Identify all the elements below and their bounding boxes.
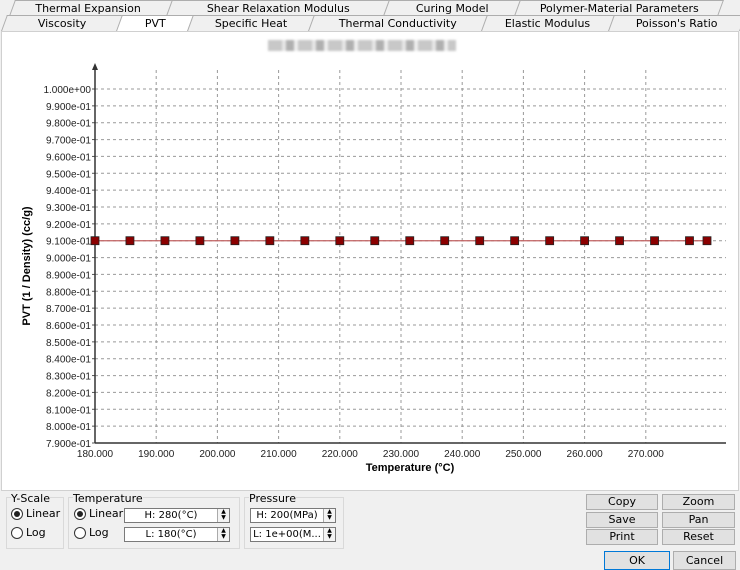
spinner-icon[interactable]: ▲ ▼ [323, 528, 335, 541]
pressure-low-input[interactable]: L: 1e+00(M... ▲ ▼ [250, 527, 336, 542]
temperature-log-radio[interactable]: Log [74, 526, 109, 539]
spinner-icon[interactable]: ▲ ▼ [217, 528, 229, 541]
copy-button[interactable]: Copy [586, 494, 658, 510]
pvt-chart: 7.900e-018.000e-018.100e-018.200e-018.30… [21, 63, 726, 474]
data-point [685, 236, 694, 246]
pressure-label: Pressure [249, 492, 296, 505]
yscale-log-label: Log [26, 526, 46, 539]
temperature-log-label: Log [89, 526, 109, 539]
y-tick-label: 9.900e-01 [46, 102, 91, 113]
data-point [405, 236, 415, 246]
temperature-label: Temperature [73, 492, 143, 505]
temperature-high-value: H: 280(°C) [144, 510, 198, 521]
x-tick-label: 220.000 [322, 449, 359, 460]
data-point [650, 236, 659, 246]
data-point [615, 236, 624, 246]
data-point [335, 236, 345, 246]
zoom-button[interactable]: Zoom [662, 494, 735, 510]
pressure-group: Pressure H: 200(MPa) ▲ ▼ L: 1e+00(M... ▲ ▼ [244, 492, 344, 549]
data-point [440, 236, 450, 246]
data-point [195, 236, 205, 246]
temperature-low-input[interactable]: L: 180(°C) ▲ ▼ [124, 527, 230, 542]
y-axis-arrow-icon [92, 63, 98, 70]
x-tick-label: 200.000 [199, 449, 236, 460]
y-tick-label: 9.000e-01 [46, 254, 91, 265]
data-point [125, 236, 135, 246]
x-tick-label: 180.000 [77, 449, 114, 460]
data-point [580, 236, 589, 246]
y-axis-label: PVT (1 / Density) (cc/g) [21, 206, 33, 326]
pressure-low-value: L: 1e+00(M... [253, 529, 321, 540]
data-point [370, 236, 380, 246]
y-tick-label: 8.900e-01 [46, 270, 91, 281]
y-tick-label: 8.500e-01 [46, 338, 91, 349]
print-button[interactable]: Print [586, 529, 658, 545]
data-point [702, 236, 712, 246]
y-tick-label: 9.400e-01 [46, 186, 91, 197]
y-tick-label: 8.700e-01 [46, 304, 91, 315]
y-tick-label: 9.200e-01 [46, 220, 91, 231]
y-tick-label: 9.600e-01 [46, 152, 91, 163]
y-tick-label: 8.600e-01 [46, 321, 91, 332]
y-tick-label: 8.100e-01 [46, 405, 91, 416]
x-tick-label: 270.000 [628, 449, 665, 460]
y-tick-label: 9.300e-01 [46, 203, 91, 214]
x-axis-label: Temperature (°C) [366, 462, 455, 474]
temperature-group: Temperature Linear Log H: 280(°C) ▲ ▼ L: 1… [68, 492, 240, 549]
yscale-log-radio[interactable]: Log [11, 526, 46, 539]
y-tick-label: 8.300e-01 [46, 372, 91, 383]
cancel-button[interactable]: Cancel [673, 551, 736, 570]
ok-button[interactable]: OK [604, 551, 670, 570]
data-point [510, 236, 520, 246]
data-point [475, 236, 485, 246]
y-tick-label: 9.100e-01 [46, 237, 91, 248]
pan-button[interactable]: Pan [662, 512, 735, 528]
save-button[interactable]: Save [586, 512, 658, 528]
x-tick-label: 230.000 [383, 449, 420, 460]
y-tick-label: 9.500e-01 [46, 169, 91, 180]
data-point [545, 236, 555, 246]
y-tick-label: 8.200e-01 [46, 388, 91, 399]
yscale-linear-radio[interactable]: Linear [11, 507, 60, 520]
pressure-high-input[interactable]: H: 200(MPa) ▲ ▼ [250, 508, 336, 523]
data-point [230, 236, 240, 246]
temperature-low-value: L: 180(°C) [145, 529, 197, 540]
spinner-icon[interactable]: ▲ ▼ [217, 509, 229, 522]
y-tick-label: 9.700e-01 [46, 136, 91, 147]
data-point [265, 236, 275, 246]
y-tick-label: 8.000e-01 [46, 422, 91, 433]
data-point [300, 236, 310, 246]
yscale-label: Y-Scale [11, 492, 50, 505]
temperature-high-input[interactable]: H: 280(°C) ▲ ▼ [124, 508, 230, 523]
yscale-linear-label: Linear [26, 507, 61, 520]
y-tick-label: 1.000e+00 [43, 85, 91, 96]
x-tick-label: 210.000 [261, 449, 298, 460]
y-tick-label: 8.400e-01 [46, 355, 91, 366]
temperature-linear-label: Linear [89, 507, 124, 520]
y-tick-label: 8.800e-01 [46, 287, 91, 298]
yscale-group: Y-Scale Linear Log [6, 492, 64, 549]
y-tick-label: 9.800e-01 [46, 119, 91, 130]
x-tick-label: 240.000 [444, 449, 481, 460]
reset-button[interactable]: Reset [662, 529, 735, 545]
data-point [90, 236, 100, 246]
data-point [160, 236, 170, 246]
x-tick-label: 250.000 [505, 449, 542, 460]
x-tick-label: 260.000 [567, 449, 604, 460]
temperature-linear-radio[interactable]: Linear [74, 507, 123, 520]
spinner-icon[interactable]: ▲ ▼ [323, 509, 335, 522]
x-tick-label: 190.000 [138, 449, 175, 460]
pressure-high-value: H: 200(MPa) [256, 510, 318, 521]
